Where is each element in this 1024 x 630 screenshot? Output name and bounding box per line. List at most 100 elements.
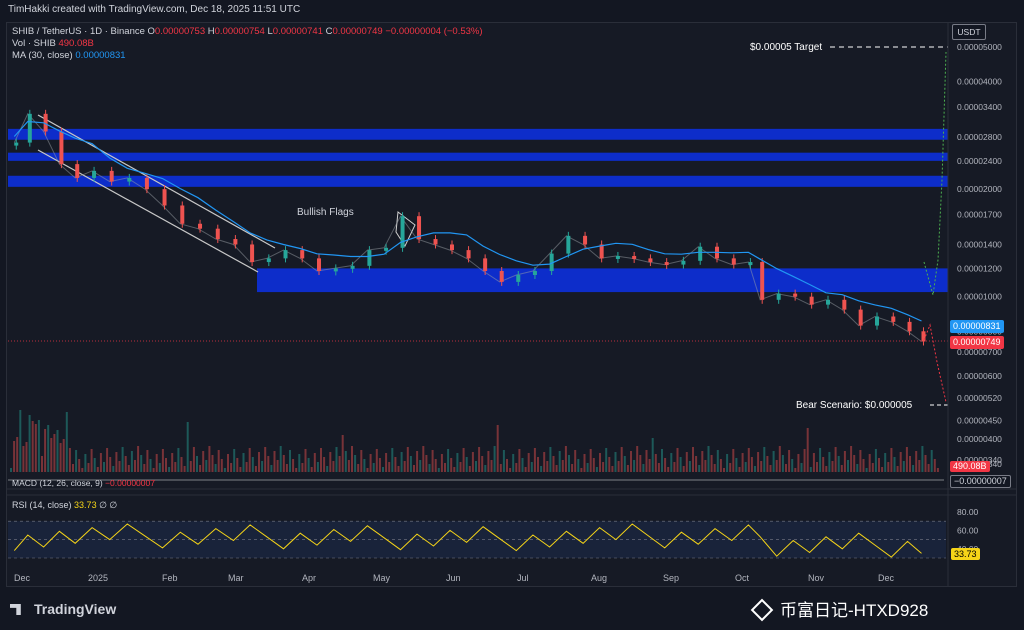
tradingview-logo[interactable]: TradingView bbox=[10, 601, 116, 617]
volume-bar-49 bbox=[161, 449, 164, 472]
volume-bar-259 bbox=[812, 453, 815, 472]
x-tick-label-1: 2025 bbox=[88, 573, 108, 583]
change-value: −0.00000004 (−0.53%) bbox=[385, 26, 483, 37]
candle-25 bbox=[433, 239, 438, 245]
x-tick-label-0: Dec bbox=[14, 573, 31, 583]
volume-bar-122 bbox=[388, 462, 391, 472]
volume-bar-287 bbox=[899, 452, 902, 472]
volume-bar-145 bbox=[459, 462, 462, 472]
volume-bar-266 bbox=[834, 447, 837, 472]
volume-bar-280 bbox=[878, 458, 880, 472]
volume-bar-70 bbox=[227, 454, 229, 472]
volume-bar-10 bbox=[41, 456, 43, 472]
volume-bar-11 bbox=[44, 429, 47, 472]
candle-22 bbox=[384, 247, 389, 251]
volume-bar-123 bbox=[391, 448, 394, 472]
volume-bar-248 bbox=[778, 446, 781, 472]
volume-bar-2 bbox=[16, 437, 19, 472]
volume-bar-238 bbox=[747, 448, 750, 472]
volume-bar-21 bbox=[75, 450, 78, 472]
volume-bar-265 bbox=[831, 461, 834, 472]
x-tick-label-11: Nov bbox=[808, 573, 825, 583]
currency-badge[interactable]: USDT bbox=[952, 24, 986, 40]
candle-46 bbox=[776, 293, 781, 300]
candle-15 bbox=[266, 258, 271, 263]
volume-bar-293 bbox=[918, 460, 921, 472]
volume-bar-175 bbox=[552, 456, 555, 472]
volume-bar-7 bbox=[31, 421, 34, 472]
candle-40 bbox=[681, 260, 686, 265]
rsi-tick-label-1: 60.00 bbox=[957, 525, 979, 535]
volume-bar-142 bbox=[450, 458, 453, 472]
candle-31 bbox=[532, 270, 537, 275]
volume-bar-100 bbox=[320, 448, 322, 472]
volume-bar-118 bbox=[375, 449, 378, 472]
volume-bar-278 bbox=[871, 463, 874, 472]
zone-3 bbox=[257, 268, 948, 293]
volume-bar-256 bbox=[803, 449, 806, 472]
volume-bar-230 bbox=[723, 468, 725, 472]
volume-bar-81 bbox=[261, 461, 264, 472]
volume-bar-215 bbox=[676, 448, 679, 472]
volume-bar-170 bbox=[537, 457, 539, 472]
candle-18 bbox=[317, 258, 321, 271]
volume-bar-193 bbox=[608, 457, 611, 472]
volume-bar-38 bbox=[127, 465, 130, 472]
volume-bar-63 bbox=[205, 460, 208, 472]
volume-bar-40 bbox=[134, 460, 136, 472]
volume-bar-27 bbox=[93, 458, 96, 472]
volume-bar-212 bbox=[667, 467, 670, 472]
volume-bar-162 bbox=[512, 454, 515, 472]
volume-bar-196 bbox=[617, 461, 620, 472]
volume-bar-77 bbox=[248, 448, 251, 472]
volume-bar-201 bbox=[633, 460, 636, 472]
volume-bar-282 bbox=[884, 453, 887, 472]
volume-bar-241 bbox=[757, 452, 760, 472]
ma-label[interactable]: MA (30, close) bbox=[12, 50, 73, 61]
volume-label[interactable]: Vol · SHIB bbox=[12, 38, 56, 49]
volume-bar-92 bbox=[295, 468, 298, 472]
candle-50 bbox=[842, 299, 847, 310]
volume-bar-16 bbox=[59, 443, 62, 472]
volume-bar-31 bbox=[106, 448, 109, 472]
candle-0 bbox=[14, 142, 19, 146]
volume-bar-120 bbox=[382, 467, 384, 472]
volume-bar-204 bbox=[642, 464, 645, 472]
volume-bar-166 bbox=[524, 467, 527, 472]
volume-bar-60 bbox=[196, 456, 198, 472]
volume-bar-298 bbox=[933, 459, 936, 472]
volume-bar-88 bbox=[282, 455, 285, 472]
volume-bar-253 bbox=[794, 468, 797, 472]
rsi-value: 33.73 bbox=[74, 500, 97, 510]
volume-bar-257 bbox=[806, 428, 809, 472]
volume-bar-79 bbox=[254, 466, 257, 472]
volume-bar-232 bbox=[729, 463, 732, 472]
volume-bar-18 bbox=[65, 412, 68, 472]
volume-bar-14 bbox=[53, 434, 56, 472]
volume-tag: 490.08B bbox=[950, 461, 990, 472]
volume-bar-56 bbox=[183, 466, 186, 472]
volume-bar-82 bbox=[264, 447, 267, 472]
volume-bar-121 bbox=[385, 453, 388, 472]
volume-bar-251 bbox=[788, 450, 791, 472]
volume-bar-155 bbox=[490, 460, 493, 472]
y-tick-label-4: 0.00002400 bbox=[957, 156, 1002, 166]
volume-bar-57 bbox=[186, 422, 189, 472]
price-chart[interactable]: 0.00005000 0.00004000 0.00003400 0.00002800… bbox=[0, 0, 1024, 630]
macd-label[interactable]: MACD (12, 26, close, 9) bbox=[12, 478, 103, 488]
volume-bar-71 bbox=[230, 463, 233, 472]
volume-bar-59 bbox=[192, 447, 195, 472]
volume-bar-72 bbox=[233, 449, 236, 472]
volume-bar-217 bbox=[682, 466, 685, 472]
volume-bar-296 bbox=[927, 464, 930, 472]
symbol-label[interactable]: SHIB / TetherUS · 1D · Binance bbox=[12, 26, 145, 37]
rsi-label[interactable]: RSI (14, close) bbox=[12, 500, 72, 510]
candle-29 bbox=[499, 270, 504, 282]
y-tick-label-9: 0.00001000 bbox=[957, 292, 1002, 302]
volume-bar-99 bbox=[316, 462, 319, 472]
diamond-icon bbox=[750, 598, 774, 622]
volume-bar-15 bbox=[56, 430, 59, 472]
volume-bar-179 bbox=[564, 446, 567, 472]
volume-bar-182 bbox=[574, 450, 577, 472]
volume-bar-137 bbox=[434, 459, 437, 472]
